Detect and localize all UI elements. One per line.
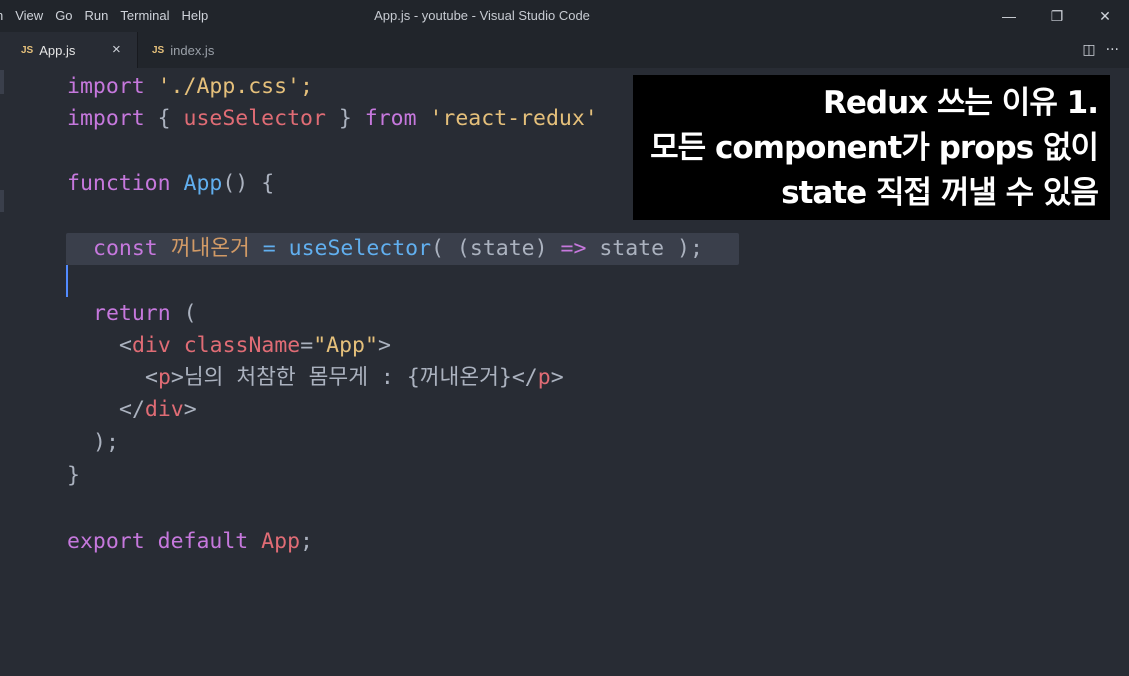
minimize-icon[interactable]: — [985, 0, 1033, 32]
tab-label: App.js [39, 42, 76, 58]
code-line: <div className="App"> [119, 333, 391, 358]
tab-label: index.js [170, 42, 215, 58]
video-caption-overlay: Redux 쓰는 이유 1. 모든 component가 props 없이 st… [633, 75, 1110, 220]
code-line: import { useSelector } from 'react-redux… [67, 106, 598, 131]
editor-actions: ◫ ··· [1082, 32, 1129, 68]
close-tab-icon[interactable]: × [112, 32, 121, 68]
caption-line-2: 모든 component가 props 없이 [650, 130, 1099, 166]
js-file-icon: JS [21, 44, 34, 56]
code-line: function App() { [67, 171, 275, 196]
code-line: export default App; [67, 529, 313, 554]
js-file-icon: JS [152, 44, 165, 56]
gutter-marker [0, 190, 4, 212]
split-editor-icon[interactable]: ◫ [1082, 42, 1095, 58]
code-line: <p>님의 처참한 몸무게 : {꺼내온거}</p> [145, 365, 564, 390]
title-bar: n View Go Run Terminal Help App.js - you… [0, 0, 1129, 32]
close-window-icon[interactable]: ✕ [1081, 0, 1129, 32]
gutter-marker [0, 70, 4, 94]
window-controls: — ❐ ✕ [985, 0, 1129, 32]
caption-line-1: Redux 쓰는 이유 1. [823, 85, 1099, 121]
tab-app-js[interactable]: JS App.js × [0, 32, 137, 68]
text-cursor [66, 265, 68, 297]
code-line: ); [93, 430, 119, 455]
editor-tab-bar: JS App.js × JS index.js [0, 32, 1129, 68]
code-line: } [67, 463, 80, 488]
more-actions-icon[interactable]: ··· [1106, 42, 1119, 58]
code-line: const 꺼내온거 = useSelector( (state) => sta… [93, 236, 703, 261]
caption-line-3: state 직접 꺼낼 수 있음 [781, 175, 1099, 211]
tab-index-js[interactable]: JS index.js [137, 32, 266, 68]
code-line: </div> [119, 397, 197, 422]
code-line: import './App.css'; [67, 74, 313, 99]
code-line: return ( [93, 301, 197, 326]
window-title: App.js - youtube - Visual Studio Code [374, 8, 590, 23]
restore-icon[interactable]: ❐ [1033, 0, 1081, 32]
